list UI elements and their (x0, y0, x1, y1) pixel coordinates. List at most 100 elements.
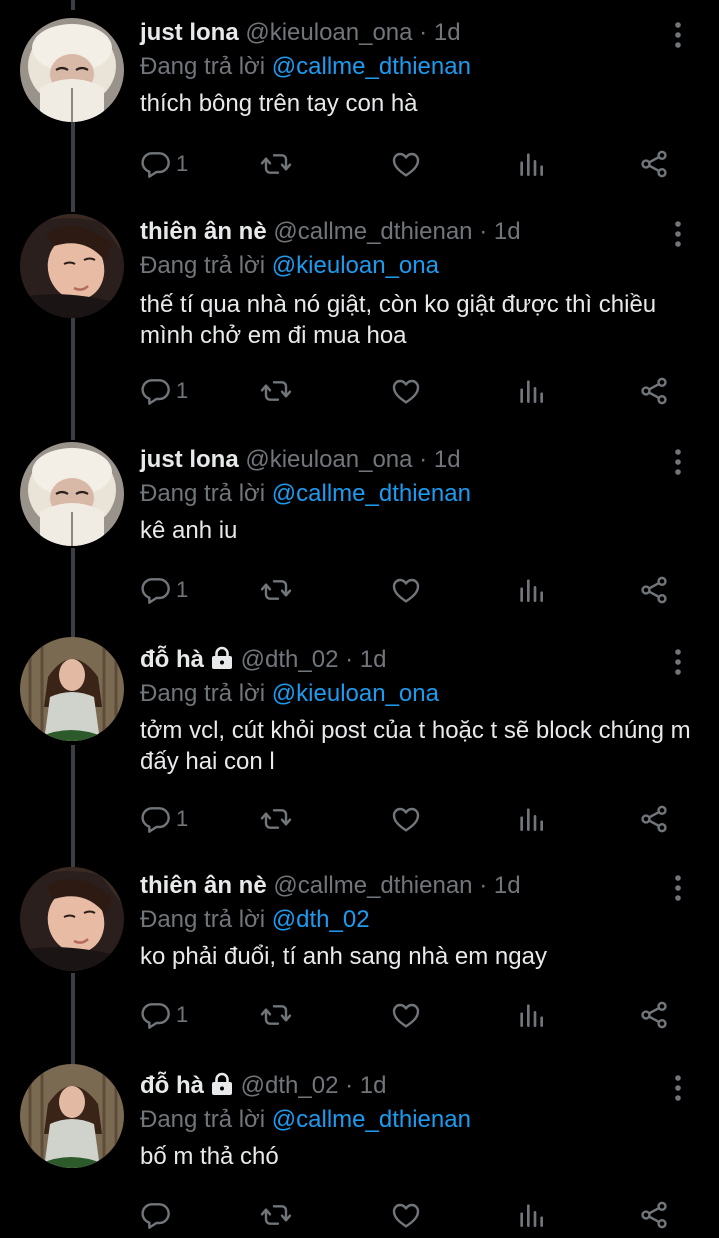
like-button[interactable] (390, 144, 422, 184)
tweet-header: just lona @kieuloan_ona · 1d (140, 445, 461, 475)
share-button[interactable] (638, 995, 670, 1035)
reply-mention-link[interactable]: @callme_dthienan (272, 1106, 471, 1133)
heart-icon (390, 574, 422, 606)
display-name[interactable]: đỗ hà (140, 1072, 204, 1099)
views-icon (515, 148, 547, 180)
reply-mention-link[interactable]: @kieuloan_ona (272, 680, 439, 707)
reply-button[interactable]: 1 (140, 371, 188, 411)
retweet-button[interactable] (260, 1195, 292, 1235)
replying-prefix: Đang trả lời (140, 906, 266, 933)
timestamp[interactable]: 1d (494, 872, 521, 899)
reply-mention-link[interactable]: @callme_dthienan (272, 53, 471, 80)
more-vertical-icon[interactable] (666, 1073, 690, 1103)
like-button[interactable] (390, 995, 422, 1035)
avatar[interactable] (20, 637, 124, 741)
reply-button[interactable] (140, 1195, 176, 1235)
timestamp[interactable]: 1d (494, 218, 521, 245)
avatar[interactable] (20, 1064, 124, 1168)
lock-icon (210, 1072, 234, 1104)
reply-button[interactable]: 1 (140, 144, 188, 184)
timestamp[interactable]: 1d (434, 19, 461, 46)
reply-icon (140, 375, 172, 407)
like-button[interactable] (390, 799, 422, 839)
reply-count: 1 (176, 577, 189, 602)
timestamp[interactable]: 1d (360, 1072, 387, 1099)
display-name[interactable]: just lona (140, 19, 239, 46)
retweet-button[interactable] (260, 995, 292, 1035)
display-name[interactable]: thiên ân nè (140, 872, 267, 899)
replying-to: Đang trả lời @callme_dthienan (140, 52, 471, 82)
like-button[interactable] (390, 570, 422, 610)
share-button[interactable] (638, 799, 670, 839)
user-handle[interactable]: @dth_02 (241, 1072, 339, 1099)
views-icon (515, 803, 547, 835)
retweet-button[interactable] (260, 371, 292, 411)
retweet-button[interactable] (260, 144, 292, 184)
reply-button[interactable]: 1 (140, 570, 188, 610)
separator: · (419, 446, 428, 473)
share-button[interactable] (638, 371, 670, 411)
lock-icon (210, 646, 234, 678)
more-vertical-icon[interactable] (666, 20, 690, 50)
heart-icon (390, 1199, 422, 1231)
share-icon (638, 999, 670, 1031)
user-handle[interactable]: @callme_dthienan (273, 218, 472, 245)
reply-count: 1 (176, 806, 189, 831)
reply-mention-link[interactable]: @dth_02 (272, 906, 370, 933)
user-handle[interactable]: @kieuloan_ona (245, 446, 412, 473)
views-button[interactable] (515, 1195, 547, 1235)
avatar[interactable] (20, 214, 124, 318)
views-button[interactable] (515, 995, 547, 1035)
more-vertical-icon[interactable] (666, 219, 690, 249)
thread-line (71, 745, 75, 867)
display-name[interactable]: thiên ân nè (140, 218, 267, 245)
retweet-icon (260, 803, 292, 835)
avatar[interactable] (20, 18, 124, 122)
share-icon (638, 375, 670, 407)
more-vertical-icon[interactable] (666, 447, 690, 477)
share-icon (638, 574, 670, 606)
reply-mention-link[interactable]: @kieuloan_ona (272, 252, 439, 279)
separator: · (419, 19, 428, 46)
tweet-header: đỗ hà @dth_02 · 1d (140, 645, 387, 678)
heart-icon (390, 803, 422, 835)
retweet-button[interactable] (260, 799, 292, 839)
reply-icon (140, 999, 172, 1031)
retweet-button[interactable] (260, 570, 292, 610)
user-handle[interactable]: @dth_02 (241, 646, 339, 673)
more-vertical-icon[interactable] (666, 873, 690, 903)
replying-to: Đang trả lời @callme_dthienan (140, 479, 471, 509)
display-name[interactable]: đỗ hà (140, 646, 204, 673)
tweet-header: đỗ hà @dth_02 · 1d (140, 1071, 387, 1104)
user-handle[interactable]: @kieuloan_ona (245, 19, 412, 46)
reply-button[interactable]: 1 (140, 799, 188, 839)
thread-line (71, 122, 75, 212)
views-button[interactable] (515, 570, 547, 610)
views-button[interactable] (515, 144, 547, 184)
display-name[interactable]: just lona (140, 446, 239, 473)
reply-mention-link[interactable]: @callme_dthienan (272, 480, 471, 507)
tweet-actions: 1 (140, 144, 700, 184)
user-handle[interactable]: @callme_dthienan (273, 872, 472, 899)
replying-to: Đang trả lời @kieuloan_ona (140, 679, 439, 709)
tweet-text: kê anh iu (140, 517, 238, 544)
timestamp[interactable]: 1d (360, 646, 387, 673)
avatar[interactable] (20, 442, 124, 546)
like-button[interactable] (390, 371, 422, 411)
thread-line (71, 0, 75, 10)
retweet-icon (260, 375, 292, 407)
share-button[interactable] (638, 570, 670, 610)
timestamp[interactable]: 1d (434, 446, 461, 473)
share-button[interactable] (638, 1195, 670, 1235)
like-button[interactable] (390, 1195, 422, 1235)
more-vertical-icon[interactable] (666, 647, 690, 677)
tweet-actions: 1 (140, 995, 700, 1035)
reply-count: 1 (176, 151, 189, 176)
reply-button[interactable]: 1 (140, 995, 188, 1035)
avatar[interactable] (20, 867, 124, 971)
replying-prefix: Đang trả lời (140, 480, 266, 507)
retweet-icon (260, 148, 292, 180)
share-button[interactable] (638, 144, 670, 184)
views-button[interactable] (515, 371, 547, 411)
views-button[interactable] (515, 799, 547, 839)
